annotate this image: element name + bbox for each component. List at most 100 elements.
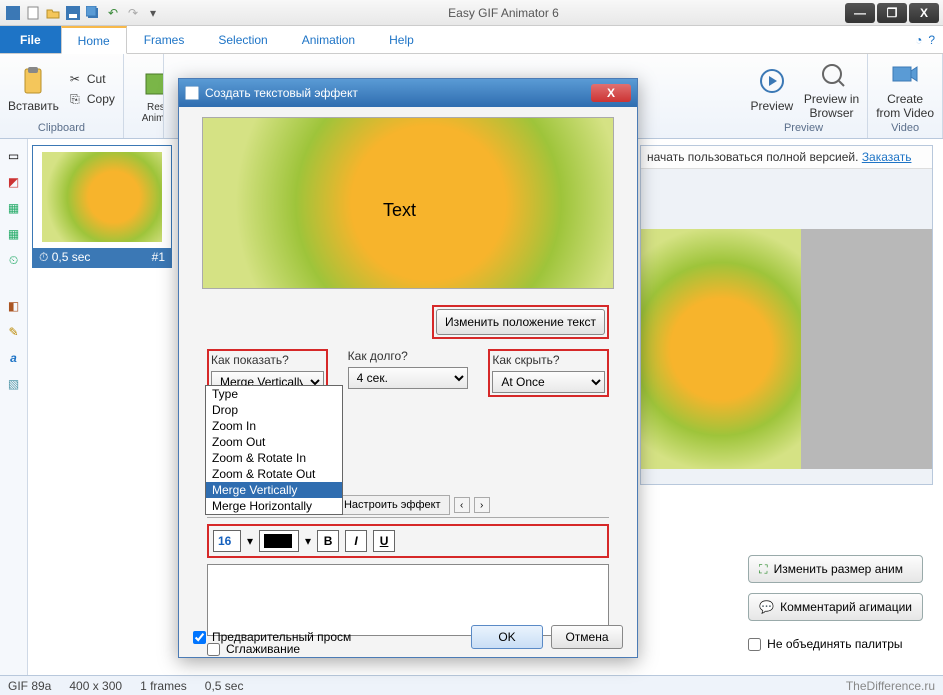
group-truncated: Res Anima [124,54,164,138]
save-icon[interactable] [64,4,82,22]
underline-button[interactable]: U [373,530,395,552]
preview-image [641,229,801,469]
frame-thumbnail[interactable]: ⏱ 0,5 sec #1 [32,145,172,268]
preview-text-label: Text [383,200,416,221]
italic-button[interactable]: I [345,530,367,552]
redo-icon[interactable]: ↷ [124,4,142,22]
resize-icon: ⛶ [759,562,767,577]
tool-clock-icon[interactable]: ⏲ [5,251,23,269]
paste-button[interactable]: Вставить [8,65,59,113]
font-size-dropdown-icon[interactable]: ▾ [247,534,253,548]
status-dims: 400 x 300 [69,679,122,693]
comment-button[interactable]: 💬Комментарий агимации [748,593,923,621]
no-combine-check[interactable]: Не объединять палитры [748,637,923,651]
create-from-video-button[interactable]: Create from Video [876,58,934,120]
tab-help[interactable]: Help [372,26,431,53]
hide-label: Как скрыть? [492,353,605,367]
new-icon[interactable] [24,4,42,22]
ok-button[interactable]: OK [471,625,543,649]
tool-film-icon[interactable]: ▦ [5,199,23,217]
tool-crop-icon[interactable]: ◩ [5,173,23,191]
hide-select[interactable]: At Once [492,371,605,393]
app-icon [4,4,22,22]
duration-label: Как долго? [348,349,469,363]
quick-access-toolbar: ↶ ↷ ▾ [4,4,162,22]
dropdown-option[interactable]: Type [206,386,342,402]
frames-panel: ⏱ 0,5 sec #1 [32,145,172,268]
status-time: 0,5 sec [205,679,244,693]
tool-film2-icon[interactable]: ▦ [5,225,23,243]
comment-icon: 💬 [759,600,774,614]
copy-icon: ⎘ [67,91,83,107]
group-label: Preview [748,120,859,134]
preview-button[interactable]: Preview [748,65,796,113]
file-menu[interactable]: File [0,26,61,53]
group-label: Clipboard [8,120,115,134]
trial-notice: начать пользоваться полной версией. Зака… [641,146,932,169]
group-clipboard: Вставить ✂Cut ⎘Copy Clipboard [0,54,124,138]
resize-anim-button[interactable]: Res Anima [132,68,164,124]
dialog-close-button[interactable]: X [591,84,631,102]
tab-configure-effect[interactable]: Настроить эффект [335,495,450,515]
group-video: Create from Video Video [868,54,943,138]
qat-dropdown-icon[interactable]: ▾ [144,4,162,22]
preview-canvas [641,229,932,469]
cut-button[interactable]: ✂Cut [67,71,115,87]
dropdown-option[interactable]: Merge Vertically [206,482,342,498]
tool-text-icon[interactable]: a [5,349,23,367]
text-effect-dialog: Создать текстовый эффект X Text Изменить… [178,78,638,658]
order-link[interactable]: Заказать [862,150,912,164]
preview-browser-button[interactable]: Preview in Browser [804,58,859,120]
dropdown-option[interactable]: Zoom In [206,418,342,434]
app-title: Easy GIF Animator 6 [162,6,845,20]
style-icon[interactable]: ◔ [915,33,922,47]
saveall-icon[interactable] [84,4,102,22]
help-icon[interactable]: ? [928,33,935,47]
undo-icon[interactable]: ↶ [104,4,122,22]
frame-image [42,152,162,242]
bold-button[interactable]: B [317,530,339,552]
dropdown-option[interactable]: Zoom Out [206,434,342,450]
paste-label: Вставить [8,99,59,113]
dropdown-option[interactable]: Merge Horizontally [206,498,342,514]
cancel-button[interactable]: Отмена [551,625,623,649]
tool-layers-icon[interactable]: ◧ [5,297,23,315]
font-size-input[interactable]: 16 [213,530,241,552]
side-buttons: ⛶Изменить размер аним 💬Комментарий агима… [748,555,923,651]
change-position-button[interactable]: Изменить положение текст [436,309,605,335]
status-type: GIF 89a [8,679,51,693]
status-frames: 1 frames [140,679,187,693]
resize-anim-button[interactable]: ⛶Изменить размер аним [748,555,923,583]
minimize-button[interactable]: — [845,3,875,23]
tab-nav-right[interactable]: › [474,497,490,513]
show-dropdown-list[interactable]: TypeDropZoom InZoom OutZoom & Rotate InZ… [205,385,343,515]
font-color-picker[interactable] [259,530,299,552]
dialog-titlebar[interactable]: Создать текстовый эффект X [179,79,637,107]
open-icon[interactable] [44,4,62,22]
tool-wand-icon[interactable]: ✎ [5,323,23,341]
tab-frames[interactable]: Frames [127,26,202,53]
group-preview: Preview Preview in Browser Preview [740,54,868,138]
dialog-title: Создать текстовый эффект [205,86,358,100]
preview-check[interactable]: Предварительный просм [193,630,351,644]
preview-panel: начать пользоваться полной версией. Зака… [640,145,933,485]
close-button[interactable]: X [909,3,939,23]
text-preview: Text [202,117,614,289]
show-label: Как показать? [211,353,324,367]
dropdown-option[interactable]: Zoom & Rotate In [206,450,342,466]
font-toolbar: 16 ▾ ▾ B I U [213,530,603,552]
dropdown-option[interactable]: Zoom & Rotate Out [206,466,342,482]
tab-nav-left[interactable]: ‹ [454,497,470,513]
tool-select-icon[interactable]: ▭ [5,147,23,165]
tab-home[interactable]: Home [61,26,127,54]
tab-animation[interactable]: Animation [285,26,372,53]
tab-selection[interactable]: Selection [201,26,284,53]
dropdown-option[interactable]: Drop [206,402,342,418]
tool-image-icon[interactable]: ▧ [5,375,23,393]
frame-number: #1 [152,250,165,265]
maximize-button[interactable]: ❐ [877,3,907,23]
copy-button[interactable]: ⎘Copy [67,91,115,107]
font-color-dropdown-icon[interactable]: ▾ [305,534,311,548]
status-bar: GIF 89a 400 x 300 1 frames 0,5 sec TheDi… [0,675,943,695]
duration-select[interactable]: 4 сек. [348,367,469,389]
